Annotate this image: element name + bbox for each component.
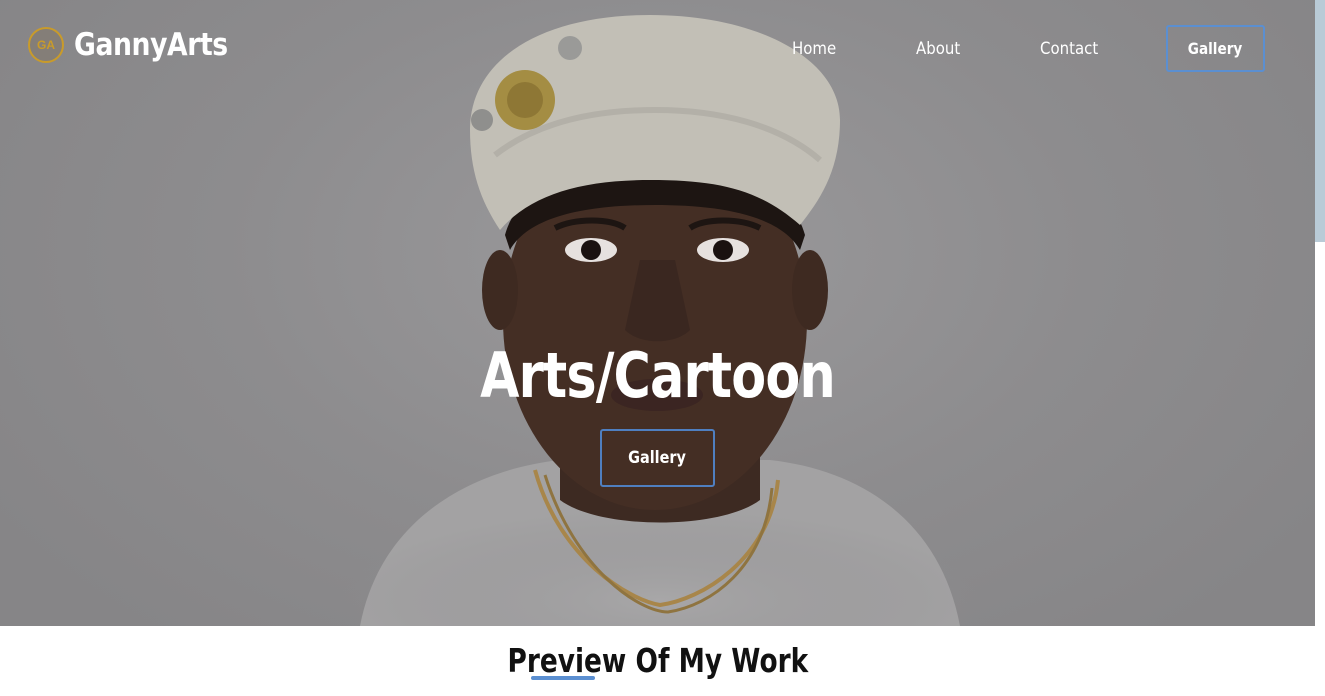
hero-gallery-button-label: Gallery bbox=[628, 448, 687, 468]
nav-gallery-button-label: Gallery bbox=[1188, 39, 1243, 58]
brand-logo-icon: GA bbox=[28, 27, 64, 63]
hero-title: Arts/Cartoon bbox=[480, 339, 836, 412]
brand[interactable]: GA GannyArts bbox=[28, 25, 253, 65]
scrollbar-thumb[interactable] bbox=[1315, 0, 1325, 242]
nav-link-contact[interactable]: Contact bbox=[1040, 36, 1098, 62]
nav-gallery-button[interactable]: Gallery bbox=[1166, 25, 1265, 72]
hero-section bbox=[0, 0, 1315, 626]
section-title-underline bbox=[531, 676, 595, 680]
nav-link-home[interactable]: Home bbox=[792, 36, 836, 62]
brand-name[interactable]: GannyArts bbox=[74, 27, 228, 63]
hero-portrait-image bbox=[340, 15, 980, 626]
hero-gallery-button[interactable]: Gallery bbox=[600, 429, 715, 487]
nav-link-about[interactable]: About bbox=[916, 36, 960, 62]
